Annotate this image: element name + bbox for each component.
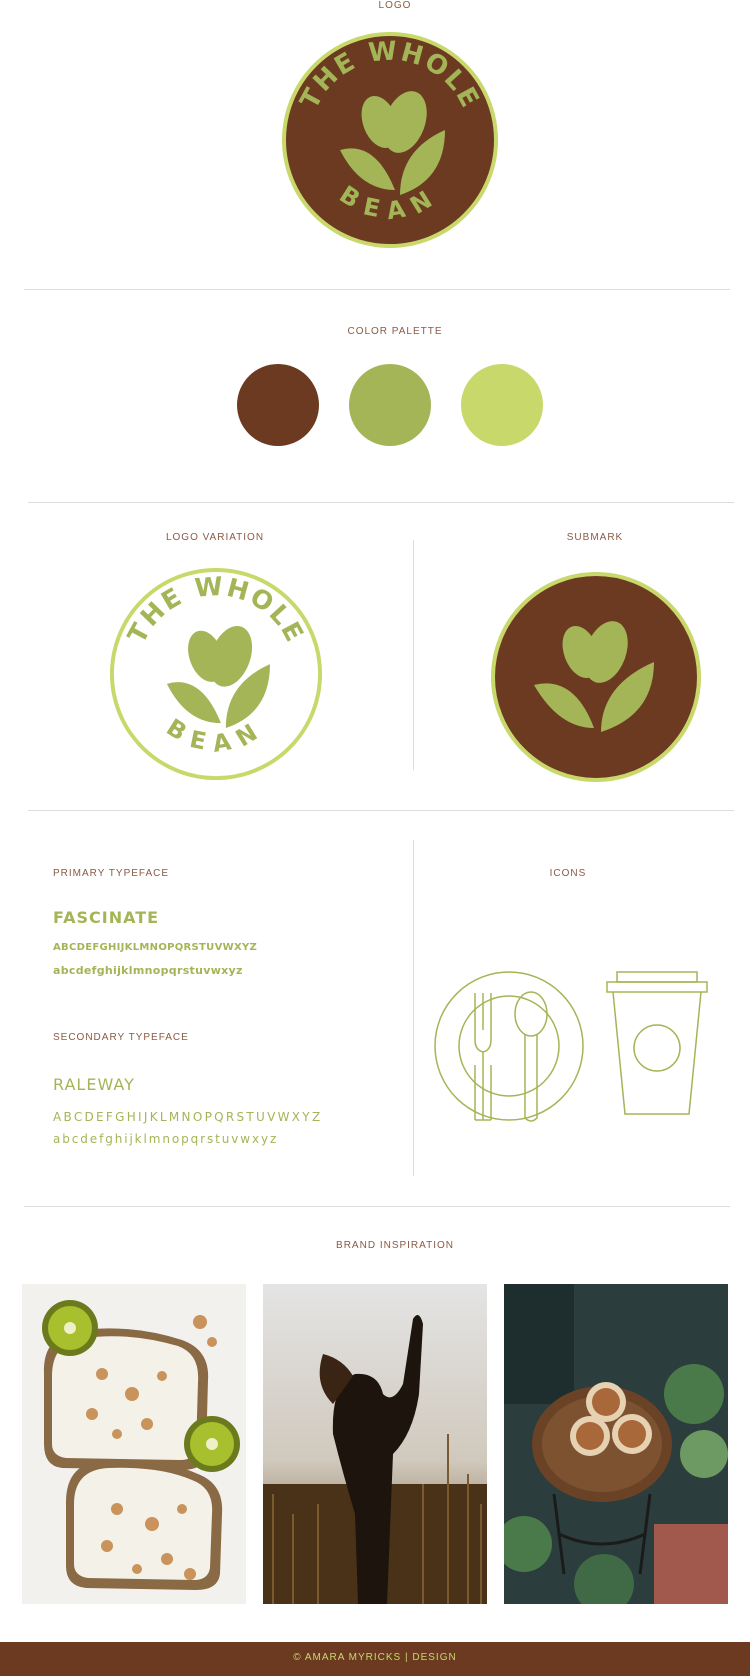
- divider: [28, 502, 734, 503]
- submark-heading: SUBMARK: [566, 532, 624, 543]
- divider: [24, 1206, 730, 1207]
- primary-lowercase-sample: abcdefghijklmnopqrstuvwxyz: [53, 964, 243, 977]
- toast-photo: [22, 1284, 246, 1604]
- vertical-divider: [413, 540, 414, 770]
- swatch-green: [349, 364, 431, 446]
- swatch-light-green: [461, 364, 543, 446]
- logo-variation: THE WHOLE BEAN: [109, 567, 323, 781]
- main-logo: THE WHOLE BEAN: [282, 32, 498, 248]
- plate-cutlery-icon: [434, 971, 584, 1122]
- footer-credit: © AMARA MYRICKS | DESIGN: [293, 1652, 457, 1663]
- secondary-typeface-heading: SECONDARY TYPEFACE: [53, 1032, 189, 1043]
- divider: [24, 289, 730, 290]
- secondary-uppercase-sample: ABCDEFGHIJKLMNOPQRSTUVWXYZ: [53, 1110, 323, 1124]
- inspiration-heading: BRAND INSPIRATION: [336, 1240, 454, 1251]
- divider: [28, 810, 734, 811]
- secondary-typeface-name: RALEWAY: [53, 1075, 135, 1094]
- silhouette-photo: [263, 1284, 487, 1604]
- coffee-photo: [504, 1284, 728, 1604]
- secondary-lowercase-sample: abcdefghijklmnopqrstuvwxyz: [53, 1132, 279, 1146]
- logo-heading: LOGO: [378, 0, 412, 11]
- swatch-brown: [237, 364, 319, 446]
- primary-uppercase-sample: ABCDEFGHIJKLMNOPQRSTUVWXYZ: [53, 942, 258, 953]
- icons-heading: ICONS: [549, 868, 587, 879]
- logo-variation-heading: LOGO VARIATION: [165, 532, 265, 543]
- vertical-divider: [413, 840, 414, 1176]
- footer-bar: © AMARA MYRICKS | DESIGN: [0, 1642, 750, 1676]
- coffee-cup-icon: [606, 971, 708, 1115]
- primary-typeface-heading: PRIMARY TYPEFACE: [53, 868, 170, 879]
- palette-heading: COLOR PALETTE: [347, 326, 443, 337]
- submark-logo: [491, 572, 701, 782]
- primary-typeface-name: FASCINATE: [53, 908, 160, 927]
